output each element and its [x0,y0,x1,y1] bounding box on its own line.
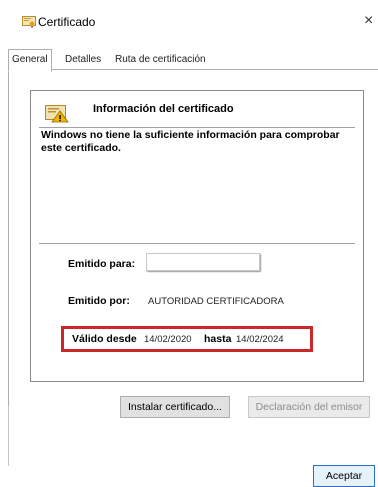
warning-message: Windows no tiene la suficiente informaci… [41,129,340,154]
valid-to-label: hasta [204,333,232,345]
close-button[interactable]: × [364,12,378,30]
issued-to-value [146,253,260,271]
divider [39,127,355,128]
tab-general[interactable]: General [8,49,52,72]
valid-from-label: Válido desde [72,333,137,345]
info-title: Información del certificado [93,103,234,115]
left-border-line [8,406,9,466]
title-bar[interactable]: Certificado × [0,0,378,42]
issuer-statement-button[interactable]: Declaración del emisor [248,396,370,418]
divider [39,243,355,244]
tab-details[interactable]: Detalles [62,50,104,69]
issued-to-label: Emitido para: [68,258,136,270]
valid-to-value: 14/02/2024 [236,334,284,345]
install-certificate-button[interactable]: Instalar certificado... [120,396,230,418]
valid-from-value: 14/02/2020 [144,334,192,345]
issued-by-label: Emitido por: [68,295,130,307]
certificate-warning-icon [45,105,69,123]
window-title: Certificado [38,15,96,29]
issued-by-value: AUTORIDAD CERTIFICADORA [148,296,284,307]
tab-certification-path[interactable]: Ruta de certificación [112,50,209,69]
certificate-icon [22,16,36,28]
accept-button[interactable]: Aceptar [313,465,375,487]
